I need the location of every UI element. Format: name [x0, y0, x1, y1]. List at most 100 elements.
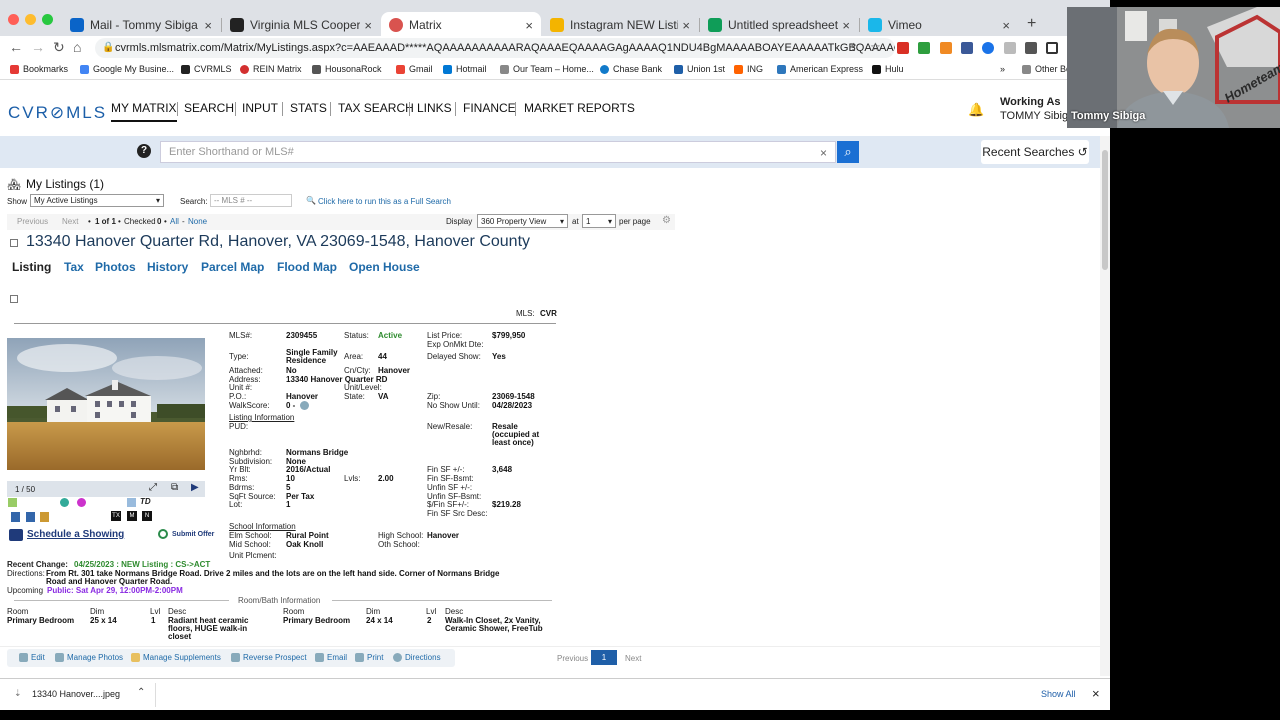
- menu-input[interactable]: INPUT: [242, 101, 278, 115]
- close-window-button[interactable]: [8, 14, 19, 25]
- home-icon[interactable]: ⌂: [73, 39, 81, 55]
- menu-search[interactable]: SEARCH: [184, 101, 234, 115]
- share-icon[interactable]: ⇪: [849, 41, 858, 54]
- play-icon[interactable]: ▶: [191, 482, 199, 493]
- manage-supplements-button[interactable]: Manage Supplements: [131, 653, 221, 662]
- directions-button[interactable]: Directions: [393, 653, 441, 662]
- bookmark-item[interactable]: American Express: [777, 64, 863, 74]
- menu-market-reports[interactable]: MARKET REPORTS: [524, 101, 635, 115]
- display-select[interactable]: 360 Property View ▾: [477, 214, 568, 228]
- help-icon[interactable]: ?: [137, 144, 151, 158]
- bookmark-item[interactable]: Google My Busine...: [80, 64, 174, 74]
- n-icon[interactable]: N: [142, 511, 152, 521]
- search-button[interactable]: ⌕: [837, 141, 859, 163]
- popout-icon[interactable]: ⧉: [171, 482, 178, 493]
- print-button[interactable]: Print: [355, 653, 383, 662]
- tab-outlook[interactable]: Mail - Tommy Sibiga - Outlook ×: [62, 12, 220, 38]
- tab-parcel-map[interactable]: Parcel Map: [201, 260, 264, 274]
- show-select[interactable]: My Active Listings ▾: [30, 194, 164, 207]
- tx-icon[interactable]: TX: [111, 511, 121, 521]
- bookmark-item[interactable]: ING: [734, 64, 763, 74]
- back-icon[interactable]: ←: [9, 39, 23, 55]
- minimize-window-button[interactable]: [25, 14, 36, 25]
- detail-checkbox[interactable]: [10, 295, 18, 303]
- new-tab-button[interactable]: +: [1027, 15, 1036, 33]
- upcoming-open-house[interactable]: Public: Sat Apr 29, 12:00PM-2:00PM: [47, 586, 183, 595]
- close-icon[interactable]: ×: [682, 18, 690, 33]
- working-as-name[interactable]: TOMMY Sibig: [1000, 110, 1068, 122]
- bookmark-item[interactable]: Chase Bank: [600, 64, 662, 74]
- tab-listing[interactable]: Listing: [12, 260, 51, 274]
- download-extension-icon[interactable]: [918, 42, 930, 54]
- bookmark-item[interactable]: Our Team – Home...: [500, 64, 594, 74]
- bookmark-item[interactable]: Union 1st: [674, 64, 725, 74]
- extension-icon[interactable]: [940, 42, 952, 54]
- m-icon[interactable]: M: [127, 511, 137, 521]
- email-button[interactable]: Email: [315, 653, 347, 662]
- select-none-link[interactable]: None: [188, 217, 207, 226]
- page-number-button[interactable]: 1: [591, 650, 617, 665]
- tab-instagram-template[interactable]: Instagram NEW Listing Template ×: [542, 12, 698, 38]
- close-icon[interactable]: ×: [364, 18, 372, 33]
- facebook-extension-icon[interactable]: [961, 42, 973, 54]
- more-bookmarks-icon[interactable]: »: [1000, 64, 1005, 74]
- select-all-link[interactable]: All: [170, 217, 179, 226]
- reverse-prospect-button[interactable]: Reverse Prospect: [231, 653, 307, 662]
- document-icon[interactable]: [127, 498, 136, 507]
- manage-photos-button[interactable]: Manage Photos: [55, 653, 123, 662]
- recent-searches-button[interactable]: Recent Searches ↺: [981, 140, 1089, 164]
- tab-spreadsheet[interactable]: Untitled spreadsheet - Google S ×: [700, 12, 858, 38]
- scrollbar-thumb[interactable]: [1102, 150, 1108, 270]
- zoom-extension-icon[interactable]: [982, 42, 994, 54]
- bookmark-item[interactable]: REIN Matrix: [240, 64, 302, 74]
- full-search-link[interactable]: Click here to run this as a Full Search: [318, 197, 451, 206]
- gear-icon[interactable]: ⚙: [662, 215, 671, 226]
- listing-checkbox[interactable]: [10, 239, 18, 247]
- bookmark-item[interactable]: Gmail: [396, 64, 433, 74]
- tab-photos[interactable]: Photos: [95, 260, 136, 274]
- edit-button[interactable]: Edit: [19, 653, 45, 662]
- tab-open-house[interactable]: Open House: [349, 260, 420, 274]
- bookmark-item[interactable]: HousonaRock: [312, 64, 382, 74]
- menu-links[interactable]: LINKS: [417, 101, 452, 115]
- share-icon[interactable]: [77, 498, 86, 507]
- close-icon[interactable]: ×: [1092, 686, 1100, 701]
- bookmark-star-icon[interactable]: ☆: [870, 40, 881, 54]
- extension-icon[interactable]: [1004, 42, 1016, 54]
- gmail-extension-icon[interactable]: [897, 42, 909, 54]
- map-icon[interactable]: [8, 498, 17, 507]
- tab-vimeo[interactable]: Vimeo ×: [860, 12, 1018, 38]
- lock-icon[interactable]: [11, 512, 20, 522]
- previous-page-link[interactable]: Previous: [557, 654, 588, 663]
- close-icon[interactable]: ×: [1002, 18, 1010, 33]
- show-all-downloads-button[interactable]: Show All: [1041, 689, 1076, 699]
- reload-icon[interactable]: ↻: [53, 39, 65, 56]
- tab-tax[interactable]: Tax: [64, 260, 84, 274]
- next-link[interactable]: Next: [62, 217, 78, 226]
- td-icon[interactable]: TD: [140, 497, 151, 506]
- folder-icon[interactable]: [40, 512, 49, 522]
- sidebar-icon[interactable]: [1046, 42, 1058, 54]
- clear-search-icon[interactable]: ×: [820, 146, 827, 160]
- submit-offer-link[interactable]: Submit Offer: [172, 531, 214, 538]
- menu-finance[interactable]: FINANCE: [463, 101, 516, 115]
- next-page-link[interactable]: Next: [625, 654, 641, 663]
- zoom-window-button[interactable]: [42, 14, 53, 25]
- puzzle-icon[interactable]: [1025, 42, 1037, 54]
- menu-stats[interactable]: STATS: [290, 101, 327, 115]
- shorthand-search-input[interactable]: Enter Shorthand or MLS#: [160, 141, 836, 163]
- bookmark-item[interactable]: Hotmail: [443, 64, 487, 74]
- close-icon[interactable]: ×: [204, 18, 212, 33]
- forward-icon[interactable]: →: [31, 39, 45, 55]
- chevron-up-icon[interactable]: ⌃: [137, 687, 145, 698]
- close-icon[interactable]: ×: [842, 18, 850, 33]
- download-filename[interactable]: 13340 Hanover....jpeg: [32, 689, 120, 699]
- tab-flood-map[interactable]: Flood Map: [277, 260, 337, 274]
- fullscreen-icon[interactable]: ⤢: [149, 482, 157, 493]
- globe-icon[interactable]: [60, 498, 69, 507]
- tab-virginia-mls[interactable]: Virginia MLS Cooperative ×: [222, 12, 380, 38]
- tab-history[interactable]: History: [147, 260, 188, 274]
- per-page-select[interactable]: 1 ▾: [582, 214, 616, 228]
- tab-matrix[interactable]: Matrix ×: [381, 12, 541, 38]
- menu-tax-search[interactable]: TAX SEARCH: [338, 101, 414, 115]
